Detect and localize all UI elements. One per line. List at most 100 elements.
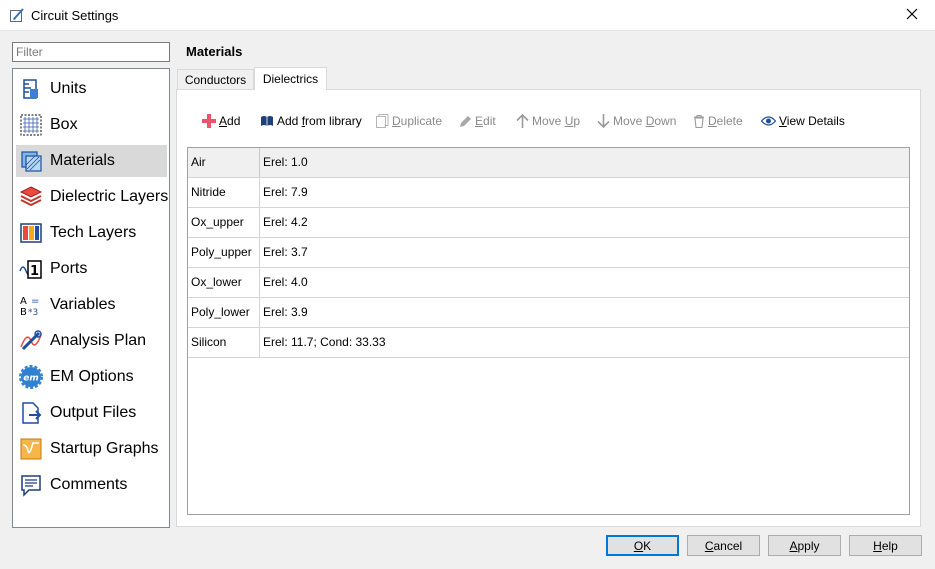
output-files-icon bbox=[19, 401, 43, 425]
comments-icon bbox=[19, 473, 43, 497]
add-label: Add bbox=[219, 114, 241, 128]
plus-icon bbox=[202, 114, 216, 128]
table-row[interactable]: Nitride Erel: 7.9 bbox=[188, 178, 909, 208]
nav-label: Comments bbox=[50, 476, 128, 493]
dielectric-name: Silicon bbox=[188, 328, 260, 357]
duplicate-icon bbox=[376, 114, 389, 128]
dielectric-properties: Erel: 11.7; Cond: 33.33 bbox=[263, 335, 386, 349]
eye-icon bbox=[761, 116, 776, 126]
nav-item-comments[interactable]: Comments bbox=[16, 469, 167, 501]
table-row[interactable]: Ox_lower Erel: 4.0 bbox=[188, 268, 909, 298]
nav-item-ports[interactable]: 1 Ports bbox=[16, 253, 167, 285]
circuit-settings-icon bbox=[9, 7, 25, 23]
table-row[interactable]: Air Erel: 1.0 bbox=[188, 148, 909, 178]
pencil-icon bbox=[460, 115, 471, 127]
window-title: Circuit Settings bbox=[31, 8, 119, 23]
analysis-plan-icon bbox=[19, 329, 43, 353]
dielectric-name: Poly_upper bbox=[188, 238, 260, 267]
units-icon bbox=[19, 77, 43, 101]
dielectric-name: Ox_upper bbox=[188, 208, 260, 237]
view-details-label: View Details bbox=[779, 114, 845, 128]
dielectric-properties: Erel: 4.0 bbox=[263, 275, 308, 289]
duplicate-label: Duplicate bbox=[392, 114, 443, 128]
table-row[interactable]: Silicon Erel: 11.7; Cond: 33.33 bbox=[188, 328, 909, 358]
add-button[interactable]: Add bbox=[202, 112, 240, 130]
tab-conductors[interactable]: Conductors bbox=[177, 69, 254, 89]
settings-nav-list: Units Box Materials Dielectric Layers Te… bbox=[12, 68, 170, 528]
delete-button[interactable]: Delete bbox=[693, 112, 743, 130]
move-up-label: Move Up bbox=[532, 114, 581, 128]
tech-layers-icon bbox=[19, 221, 43, 245]
dielectric-name: Nitride bbox=[188, 178, 260, 207]
materials-icon bbox=[19, 149, 43, 173]
edit-label: Edit bbox=[475, 114, 496, 128]
trash-icon bbox=[694, 114, 704, 128]
nav-label: Output Files bbox=[50, 404, 137, 421]
tab-label: Dielectrics bbox=[262, 72, 319, 86]
arrow-down-icon bbox=[597, 114, 610, 128]
ports-icon: 1 bbox=[19, 257, 43, 281]
em-options-icon: em bbox=[19, 365, 43, 389]
table-row[interactable]: Poly_upper Erel: 3.7 bbox=[188, 238, 909, 268]
table-row[interactable]: Ox_upper Erel: 4.2 bbox=[188, 208, 909, 238]
nav-item-units[interactable]: Units bbox=[16, 73, 167, 105]
dielectric-properties: Erel: 3.9 bbox=[263, 305, 308, 319]
nav-item-materials[interactable]: Materials bbox=[16, 145, 167, 177]
view-details-button[interactable]: View Details bbox=[761, 112, 845, 130]
startup-graphs-icon bbox=[19, 437, 43, 461]
variables-icon: A = B *3 bbox=[19, 293, 43, 318]
nav-item-analysis-plan[interactable]: Analysis Plan bbox=[16, 325, 167, 357]
svg-text:A: A bbox=[20, 296, 27, 307]
dielectric-layers-icon bbox=[19, 185, 43, 209]
svg-text:em: em bbox=[23, 374, 38, 384]
filter-input[interactable] bbox=[12, 42, 170, 62]
dielectrics-table: Air Erel: 1.0 Nitride Erel: 7.9 Ox_upper… bbox=[187, 147, 910, 515]
nav-label: EM Options bbox=[50, 368, 134, 385]
nav-item-box[interactable]: Box bbox=[16, 109, 167, 141]
delete-label: Delete bbox=[708, 114, 743, 128]
nav-item-em-options[interactable]: em EM Options bbox=[16, 361, 167, 393]
nav-label: Startup Graphs bbox=[50, 440, 159, 457]
page-title: Materials bbox=[186, 44, 243, 59]
nav-label: Dielectric Layers bbox=[50, 188, 169, 205]
nav-item-output-files[interactable]: Output Files bbox=[16, 397, 167, 429]
nav-label: Analysis Plan bbox=[50, 332, 147, 349]
dielectric-name: Poly_lower bbox=[188, 298, 260, 327]
move-up-button[interactable]: Move Up bbox=[516, 112, 580, 130]
dielectric-properties: Erel: 1.0 bbox=[263, 155, 308, 169]
move-down-label: Move Down bbox=[613, 114, 677, 128]
ok-button[interactable]: OK bbox=[606, 535, 679, 556]
nav-item-tech-layers[interactable]: Tech Layers bbox=[16, 217, 167, 249]
cancel-button[interactable]: Cancel bbox=[687, 535, 760, 556]
move-down-button[interactable]: Move Down bbox=[597, 112, 676, 130]
add-from-library-label: Add from library bbox=[277, 114, 362, 128]
edit-button[interactable]: Edit bbox=[459, 112, 496, 130]
title-bar: Circuit Settings bbox=[0, 0, 935, 31]
table-row[interactable]: Poly_lower Erel: 3.9 bbox=[188, 298, 909, 328]
apply-button[interactable]: Apply bbox=[768, 535, 841, 556]
nav-label: Tech Layers bbox=[50, 224, 137, 241]
nav-label: Ports bbox=[50, 260, 88, 277]
help-button[interactable]: Help bbox=[849, 535, 922, 556]
nav-label: Materials bbox=[50, 152, 115, 169]
library-book-icon bbox=[261, 116, 273, 126]
nav-label: Units bbox=[50, 80, 87, 97]
tab-dielectrics[interactable]: Dielectrics bbox=[254, 67, 327, 90]
dielectric-properties: Erel: 3.7 bbox=[263, 245, 308, 259]
nav-item-startup-graphs[interactable]: Startup Graphs bbox=[16, 433, 167, 465]
box-icon bbox=[19, 113, 43, 137]
dielectric-properties: Erel: 7.9 bbox=[263, 185, 308, 199]
close-icon bbox=[906, 8, 918, 23]
dielectric-name: Ox_lower bbox=[188, 268, 260, 297]
arrow-up-icon bbox=[516, 114, 529, 128]
close-button[interactable] bbox=[889, 0, 935, 31]
nav-item-variables[interactable]: A = B *3 Variables bbox=[16, 289, 167, 321]
add-from-library-button[interactable]: Add from library bbox=[260, 112, 362, 130]
duplicate-button[interactable]: Duplicate bbox=[376, 112, 442, 130]
dielectric-properties: Erel: 4.2 bbox=[263, 215, 308, 229]
nav-item-dielectric-layers[interactable]: Dielectric Layers bbox=[16, 181, 169, 213]
tab-label: Conductors bbox=[184, 72, 247, 87]
svg-text:B: B bbox=[20, 307, 27, 317]
svg-text:=: = bbox=[31, 296, 39, 307]
svg-text:*3: *3 bbox=[28, 308, 38, 317]
